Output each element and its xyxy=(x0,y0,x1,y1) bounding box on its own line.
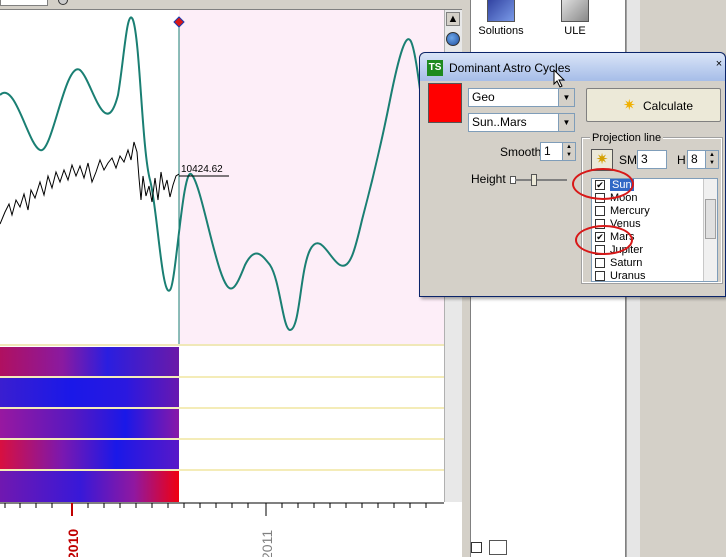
heatmap-row xyxy=(0,409,179,438)
chevron-down-icon[interactable]: ▼ xyxy=(558,114,574,131)
line-color-swatch[interactable] xyxy=(428,83,462,123)
height-label: Height xyxy=(471,172,506,186)
planet-label: Mercury xyxy=(610,205,650,217)
dominant-astro-cycles-dialog: TS Dominant Astro Cycles × Geo ▼ Sun..Ma… xyxy=(419,52,726,297)
time-ticks xyxy=(4,503,427,516)
calculate-button[interactable]: ✷ Calculate xyxy=(586,88,721,122)
heatmap-row xyxy=(0,378,179,407)
sm-label: SM xyxy=(619,153,637,167)
planet-checkbox[interactable] xyxy=(595,271,605,281)
dialog-title-bar[interactable]: TS Dominant Astro Cycles × xyxy=(420,53,725,81)
height-slider[interactable] xyxy=(510,174,567,186)
price-line xyxy=(0,141,180,225)
heatmap xyxy=(0,347,444,502)
solutions-button[interactable]: Solutions xyxy=(476,0,526,37)
heatmap-row xyxy=(0,347,179,376)
ule-label: ULE xyxy=(564,25,586,37)
planet-label: Uranus xyxy=(610,270,646,282)
highlight-circle-sun xyxy=(572,168,634,200)
tools-icon[interactable] xyxy=(489,540,507,555)
h-value: 8 xyxy=(691,152,698,166)
coordinate-system-value: Geo xyxy=(472,90,495,104)
price-label: 10424.62 xyxy=(181,164,223,175)
spinner-arrows-icon[interactable]: ▲ ▼ xyxy=(562,143,575,160)
planet-list-scrollbar[interactable] xyxy=(703,179,717,281)
chevron-down-icon[interactable]: ▼ xyxy=(558,89,574,106)
year-label-2010: 2010 xyxy=(65,529,81,557)
globe-icon[interactable] xyxy=(446,32,460,46)
planet-item-mercury[interactable]: Mercury xyxy=(592,205,717,218)
planet-checkbox[interactable] xyxy=(595,258,605,268)
projection-line-label: Projection line xyxy=(590,132,664,144)
calculate-label: Calculate xyxy=(643,99,694,113)
projection-line-group: Projection line ✷ SM 3 H 8 ▲ ▼ ✔ Sun Moon Me… xyxy=(581,132,723,284)
zoom-icon[interactable]: ▲ xyxy=(446,12,460,26)
solutions-label: Solutions xyxy=(478,25,524,37)
year-label-2011: 2011 xyxy=(259,530,275,557)
planet-checkbox[interactable] xyxy=(595,206,605,216)
top-toolbar-strip xyxy=(0,0,462,10)
planets-range-value: Sun..Mars xyxy=(472,115,527,129)
heatmap-row xyxy=(0,440,179,469)
app-logo-icon: TS xyxy=(427,60,443,76)
slider-track[interactable] xyxy=(515,179,567,181)
coordinate-system-select[interactable]: Geo ▼ xyxy=(468,88,575,107)
spinner-arrows-icon[interactable]: ▲ ▼ xyxy=(705,151,718,168)
smooth-spinner[interactable]: 1 ▲ ▼ xyxy=(540,142,576,161)
h-label: H xyxy=(677,153,686,167)
planets-range-select[interactable]: Sun..Mars ▼ xyxy=(468,113,575,132)
close-icon[interactable]: × xyxy=(711,57,726,73)
planet-label: Saturn xyxy=(610,257,643,269)
ule-icon xyxy=(561,0,589,22)
slider-thumb[interactable] xyxy=(531,174,537,186)
smooth-label: Smooth xyxy=(500,145,542,159)
heatmap-row xyxy=(0,471,179,502)
cycle-chart[interactable]: 10424.62 2010 2011 ▲ xyxy=(0,0,462,557)
sm-input[interactable]: 3 xyxy=(637,150,667,169)
globe-icon[interactable] xyxy=(58,0,68,5)
top-field[interactable] xyxy=(0,0,48,6)
chart-canvas[interactable]: 10424.62 2010 2011 xyxy=(0,0,444,557)
solutions-icon xyxy=(487,0,515,22)
sun-icon: ✷ xyxy=(623,97,636,114)
bottom-checkbox[interactable] xyxy=(471,542,482,553)
planet-item-uranus[interactable]: Uranus xyxy=(592,270,717,282)
scroll-thumb[interactable] xyxy=(705,199,716,239)
mouse-cursor-icon xyxy=(553,69,566,88)
sm-value: 3 xyxy=(641,152,648,166)
smooth-value: 1 xyxy=(544,144,551,158)
h-spinner[interactable]: 8 ▲ ▼ xyxy=(687,150,719,169)
projection-area xyxy=(179,10,444,344)
ule-button[interactable]: ULE xyxy=(550,0,600,37)
planet-item-saturn[interactable]: Saturn xyxy=(592,257,717,270)
highlight-circle-mars xyxy=(575,225,633,255)
